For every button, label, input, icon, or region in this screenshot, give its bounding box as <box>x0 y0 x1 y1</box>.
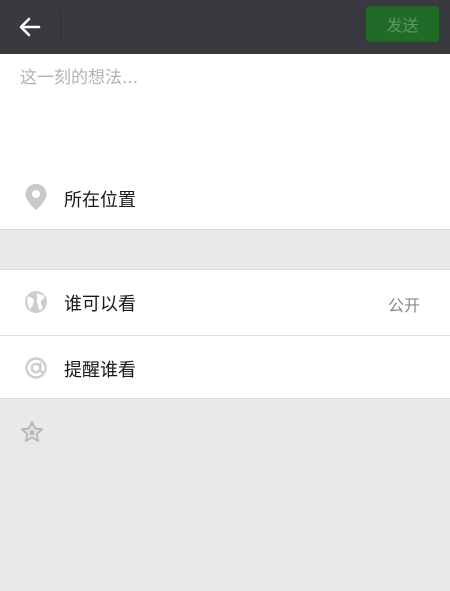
mention-row[interactable]: 提醒谁看 <box>0 336 450 400</box>
top-bar: 发送 <box>0 0 450 54</box>
location-row[interactable]: 所在位置 <box>0 174 450 222</box>
favorite-button[interactable] <box>20 420 44 448</box>
visibility-value: 公开 <box>387 296 420 315</box>
globe-icon <box>25 291 47 313</box>
star-icon <box>21 421 43 442</box>
back-button[interactable] <box>0 0 60 54</box>
header-divider <box>60 9 61 41</box>
at-sign-icon <box>25 357 47 379</box>
visibility-label: 谁可以看 <box>64 294 136 315</box>
map-pin-icon <box>25 184 47 210</box>
section-divider <box>0 229 450 230</box>
thought-input[interactable] <box>20 66 420 90</box>
compose-area: 所在位置 <box>0 54 450 229</box>
send-button[interactable]: 发送 <box>366 6 439 42</box>
location-label: 所在位置 <box>64 190 136 211</box>
visibility-row[interactable]: 谁可以看 公开 <box>0 270 450 334</box>
options-group: 谁可以看 公开 提醒谁看 <box>0 269 450 399</box>
mention-label: 提醒谁看 <box>64 360 136 381</box>
arrow-left-icon <box>19 17 41 37</box>
